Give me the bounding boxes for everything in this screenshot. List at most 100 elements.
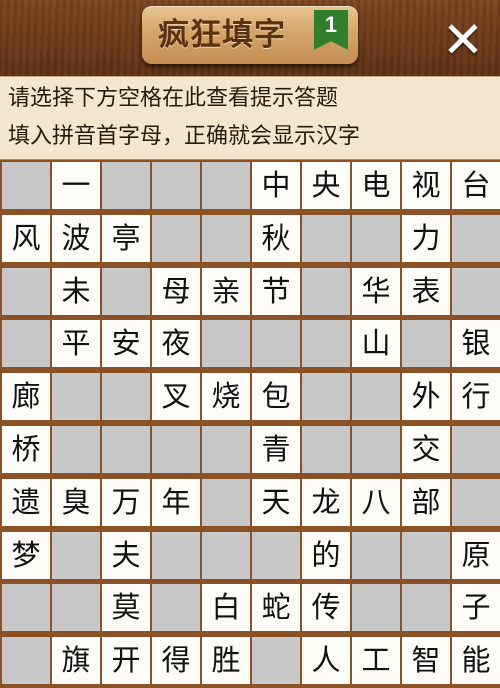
- grid-cell[interactable]: 节: [252, 267, 300, 315]
- grid-cell[interactable]: 波: [52, 214, 100, 262]
- grid-cell-blocked: [352, 531, 400, 579]
- grid-cell[interactable]: 年: [152, 478, 200, 526]
- grid-cell-blocked: [152, 584, 200, 632]
- grid-cell-blocked: [202, 320, 250, 368]
- title-plaque: 疯狂填字 1: [142, 6, 358, 64]
- grid-cell[interactable]: 桥: [2, 426, 50, 473]
- grid-cell-blocked: [452, 426, 500, 473]
- grid-cell[interactable]: 龙: [302, 478, 350, 526]
- grid-cell[interactable]: 交: [402, 426, 450, 473]
- grid-cell[interactable]: 旗: [52, 637, 100, 685]
- grid-cell-blocked: [202, 214, 250, 262]
- grid-cell-blocked: [402, 320, 450, 368]
- grid-cell-blocked: [2, 584, 50, 632]
- grid-cell[interactable]: 烧: [202, 373, 250, 421]
- hint-text-line-2: 填入拼音首字母，正确就会显示汉字: [8, 124, 361, 149]
- grid-cell-blocked: [202, 426, 250, 473]
- grid-cell-blocked: [152, 162, 200, 209]
- grid-cell[interactable]: 莫: [102, 584, 150, 632]
- grid-cell-blocked: [2, 162, 50, 209]
- grid-cell[interactable]: 力: [402, 214, 450, 262]
- grid-cell-blocked: [52, 426, 100, 473]
- grid-cell[interactable]: 华: [352, 267, 400, 315]
- grid-cell[interactable]: 未: [52, 267, 100, 315]
- grid-cell-blocked: [252, 320, 300, 368]
- grid-cell[interactable]: 部: [402, 478, 450, 526]
- grid-cell[interactable]: 外: [402, 373, 450, 421]
- grid-cell[interactable]: 行: [452, 373, 500, 421]
- grid-cell[interactable]: 电: [352, 162, 400, 209]
- grid-cell[interactable]: 原: [452, 531, 500, 579]
- grid-cell-blocked: [202, 478, 250, 526]
- grid-cell[interactable]: 子: [452, 584, 500, 632]
- grid-cell-blocked: [352, 584, 400, 632]
- grid-cell[interactable]: 梦: [2, 531, 50, 579]
- grid-cell[interactable]: 平: [52, 320, 100, 368]
- grid-cell[interactable]: 秋: [252, 214, 300, 262]
- grid-cell[interactable]: 天: [252, 478, 300, 526]
- grid-cell[interactable]: 能: [452, 637, 500, 685]
- grid-cell[interactable]: 传: [302, 584, 350, 632]
- grid-cell[interactable]: 得: [152, 637, 200, 685]
- top-bar: 疯狂填字 1 ✕: [0, 0, 500, 76]
- grid-cell[interactable]: 工: [352, 637, 400, 685]
- grid-cell[interactable]: 母: [152, 267, 200, 315]
- grid-cell-blocked: [2, 320, 50, 368]
- grid-cell[interactable]: 智: [402, 637, 450, 685]
- grid-cell-blocked: [152, 531, 200, 579]
- grid-cell-blocked: [152, 214, 200, 262]
- grid-cell[interactable]: 视: [402, 162, 450, 209]
- grid-cell[interactable]: 亲: [202, 267, 250, 315]
- grid-cell-blocked: [302, 214, 350, 262]
- grid-cell-blocked: [102, 373, 150, 421]
- grid-cell-blocked: [452, 214, 500, 262]
- grid-cell[interactable]: 蛇: [252, 584, 300, 632]
- grid-cell[interactable]: 八: [352, 478, 400, 526]
- grid-cell[interactable]: 中: [252, 162, 300, 209]
- grid-cell[interactable]: 央: [302, 162, 350, 209]
- grid-cell[interactable]: 安: [102, 320, 150, 368]
- grid-cell-blocked: [302, 426, 350, 473]
- game-title: 疯狂填字: [158, 17, 286, 53]
- grid-cell-blocked: [402, 531, 450, 579]
- grid-cell[interactable]: 开: [102, 637, 150, 685]
- grid-cell-blocked: [352, 214, 400, 262]
- grid-cell-blocked: [152, 426, 200, 473]
- grid-cell-blocked: [252, 637, 300, 685]
- grid-cell[interactable]: 山: [352, 320, 400, 368]
- grid-cell[interactable]: 青: [252, 426, 300, 473]
- level-badge: 1: [314, 10, 348, 50]
- grid-cell[interactable]: 夫: [102, 531, 150, 579]
- grid-cell[interactable]: 银: [452, 320, 500, 368]
- grid-cell-blocked: [452, 267, 500, 315]
- grid-cell-blocked: [52, 373, 100, 421]
- grid-cell-blocked: [202, 162, 250, 209]
- grid-cell-blocked: [202, 531, 250, 579]
- grid-cell[interactable]: 臭: [52, 478, 100, 526]
- grid-cell[interactable]: 风: [2, 214, 50, 262]
- grid-cell[interactable]: 白: [202, 584, 250, 632]
- grid-cell[interactable]: 表: [402, 267, 450, 315]
- grid-cell-blocked: [252, 531, 300, 579]
- grid-cell[interactable]: 胜: [202, 637, 250, 685]
- close-button[interactable]: ✕: [436, 14, 490, 66]
- grid-cell[interactable]: 人: [302, 637, 350, 685]
- grid-cell[interactable]: 台: [452, 162, 500, 209]
- grid-cell[interactable]: 的: [302, 531, 350, 579]
- grid-cell-blocked: [352, 426, 400, 473]
- grid-cell[interactable]: 一: [52, 162, 100, 209]
- grid-cell-blocked: [302, 267, 350, 315]
- grid-cell[interactable]: 夜: [152, 320, 200, 368]
- grid-cell[interactable]: 包: [252, 373, 300, 421]
- grid-cell-blocked: [2, 637, 50, 685]
- grid-cell-blocked: [302, 320, 350, 368]
- grid-cell[interactable]: 亭: [102, 214, 150, 262]
- grid-cell-blocked: [402, 584, 450, 632]
- grid-cell[interactable]: 廊: [2, 373, 50, 421]
- grid-cell[interactable]: 遗: [2, 478, 50, 526]
- hint-text-line-1: 请选择下方空格在此查看提示答题: [8, 86, 339, 111]
- grid-cell-blocked: [102, 267, 150, 315]
- grid-cell[interactable]: 叉: [152, 373, 200, 421]
- grid-cell-blocked: [2, 267, 50, 315]
- grid-cell[interactable]: 万: [102, 478, 150, 526]
